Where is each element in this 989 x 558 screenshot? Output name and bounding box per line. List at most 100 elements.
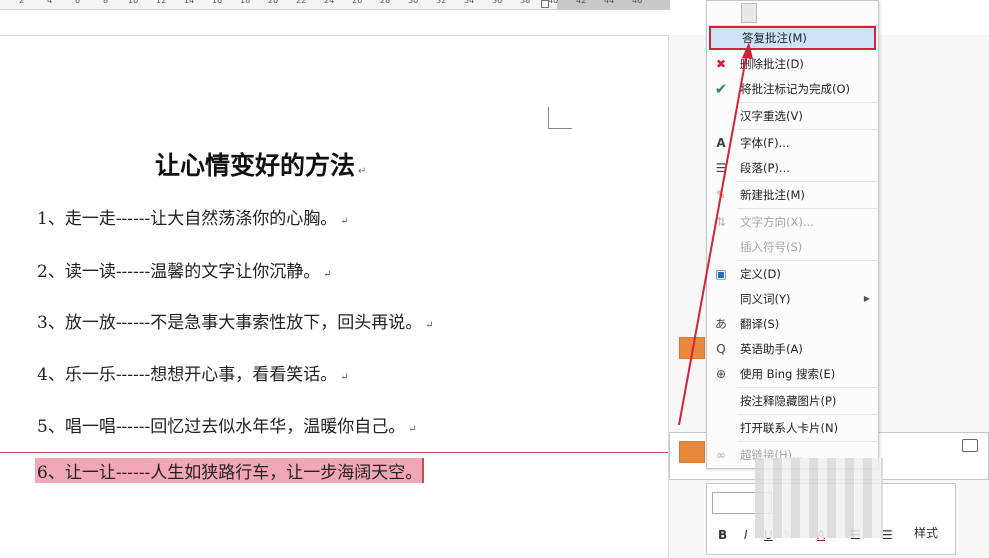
english-assistant-icon: Q [716, 342, 726, 356]
menu-separator [737, 102, 877, 103]
menu-separator [737, 208, 877, 209]
ruler-number: 24 [324, 0, 335, 5]
menu-item-label: 定义(D) [740, 267, 781, 281]
text-direction-icon: ⇅ [715, 215, 727, 229]
ruler-number: 36 [492, 0, 503, 5]
ruler-number: 14 [184, 0, 195, 5]
document-title-text: 让心情变好的方法 [155, 151, 356, 180]
paragraph-mark: ↵ [358, 166, 367, 177]
ruler-number: 40 [548, 0, 559, 5]
document-line-text: 6、让一让------人生如狭路行车，让一步海阔天空。 [37, 463, 423, 483]
comment-avatar [679, 441, 705, 463]
menu-item-label: 按注释隐藏图片(P) [740, 394, 837, 408]
ruler-number: 20 [268, 0, 279, 5]
menu-item-label: 同义词(Y) [740, 292, 791, 306]
ruler-number: 30 [408, 0, 419, 5]
document-line-text: 1、走一走------让大自然荡涤你的心胸。 [37, 209, 338, 229]
paste-icon[interactable] [741, 3, 757, 23]
page-top-edge [0, 35, 668, 36]
menu-item-bing-search[interactable]: ⊕ 使用 Bing 搜索(E) [707, 362, 878, 386]
menu-item-paragraph[interactable]: ☰ 段落(P)... [707, 156, 878, 180]
comment-avatar [679, 337, 705, 359]
ruler-number: 22 [296, 0, 307, 5]
horizontal-ruler[interactable]: 2 4 6 8 10 12 14 16 18 20 22 24 26 28 30… [0, 0, 670, 10]
ruler-number: 18 [240, 0, 251, 5]
menu-item-font[interactable]: A 字体(F)... [707, 131, 878, 155]
paragraph-mark: ↵ [340, 372, 349, 383]
menu-item-reply-comment[interactable]: 答复批注(M) [709, 26, 876, 50]
paste-options[interactable] [707, 1, 878, 26]
menu-item-reconvert[interactable]: 汉字重选(V) [707, 104, 878, 128]
menu-item-hide-ink[interactable]: 按注释隐藏图片(P) [707, 389, 878, 413]
ruler-number: 34 [464, 0, 475, 5]
ruler-number: 28 [380, 0, 391, 5]
menu-item-label: 删除批注(D) [740, 57, 804, 71]
menu-item-mark-done[interactable]: ✔ 将批注标记为完成(O) [707, 77, 878, 101]
define-icon: ▣ [715, 267, 727, 281]
reply-icon[interactable] [962, 439, 978, 452]
document-line: 5、唱一唱------回忆过去似水年华，温暖你自己。 ↵ [37, 412, 417, 437]
menu-separator [737, 414, 877, 415]
menu-item-synonyms[interactable]: 同义词(Y) ▶ [707, 287, 878, 311]
menu-item-delete-comment[interactable]: ✖ 删除批注(D) [707, 52, 878, 76]
menu-separator [737, 181, 877, 182]
context-menu: 答复批注(M) ✖ 删除批注(D) ✔ 将批注标记为完成(O) 汉字重选(V) … [706, 0, 879, 469]
document-line: 4、乐一乐------想想开心事，看看笑话。 ↵ [37, 360, 349, 385]
menu-item-text-direction[interactable]: ⇅ 文字方向(X)... [707, 210, 878, 234]
submenu-arrow-icon: ▶ [863, 294, 870, 303]
ruler-number: 12 [156, 0, 167, 5]
document-line: 3、放一放------不是急事大事索性放下，回头再说。 ↵ [37, 308, 434, 333]
menu-item-translate[interactable]: あ 翻译(S) [707, 312, 878, 336]
menu-item-new-comment[interactable]: ✎ 新建批注(M) [707, 183, 878, 207]
menu-separator [737, 260, 877, 261]
ruler-number: 44 [604, 0, 615, 5]
ruler-number: 10 [128, 0, 139, 5]
menu-item-label: 翻译(S) [740, 317, 780, 331]
bold-button[interactable]: B [718, 528, 727, 542]
margin-corner-mark [548, 107, 549, 128]
paragraph-mark: ↵ [425, 320, 434, 331]
ruler-number: 16 [212, 0, 223, 5]
menu-item-label: 文字方向(X)... [740, 215, 814, 229]
menu-item-label: 打开联系人卡片(N) [740, 421, 839, 435]
menu-separator [737, 441, 877, 442]
menu-item-open-contact-card[interactable]: 打开联系人卡片(N) [707, 416, 878, 440]
paragraph-mark: ↵ [340, 216, 349, 227]
document-title: 让心情变好的方法 ↵ [155, 146, 366, 182]
ruler-number: 26 [352, 0, 363, 5]
ruler-number: 4 [47, 0, 53, 5]
menu-item-define[interactable]: ▣ 定义(D) [707, 262, 878, 286]
menu-item-label: 新建批注(M) [740, 188, 805, 202]
document-line-text: 4、乐一乐------想想开心事，看看笑话。 [37, 365, 338, 385]
new-comment-icon: ✎ [715, 188, 727, 202]
menu-item-label: 将批注标记为完成(O) [740, 82, 851, 96]
ruler-number: 8 [103, 0, 109, 5]
translate-icon: あ [714, 317, 727, 331]
comment-connector-line [0, 452, 668, 453]
menu-item-insert-symbol[interactable]: 插入符号(S) [707, 235, 878, 259]
hyperlink-icon: ∞ [716, 448, 726, 462]
menu-item-label: 段落(P)... [740, 161, 790, 175]
bing-search-icon: ⊕ [715, 367, 727, 381]
menu-item-label: 插入符号(S) [740, 240, 803, 254]
ruler-number: 42 [576, 0, 587, 5]
document-line-text: 5、唱一唱------回忆过去似水年华，温暖你自己。 [37, 417, 406, 437]
menu-separator [737, 129, 877, 130]
paragraph-mark: ↵ [323, 269, 332, 280]
menu-item-english-assistant[interactable]: Q 英语助手(A) [707, 337, 878, 361]
document-line-text: 2、读一读------温馨的文字让你沉静。 [37, 262, 321, 282]
delete-comment-icon: ✖ [715, 57, 727, 71]
document-line: 2、读一读------温馨的文字让你沉静。 ↵ [37, 257, 332, 282]
menu-item-label: 使用 Bing 搜索(E) [740, 367, 836, 381]
font-icon: A [716, 136, 726, 150]
menu-item-label: 答复批注(M) [742, 31, 807, 45]
checkmark-icon: ✔ [714, 80, 728, 98]
italic-button[interactable]: I [744, 528, 748, 542]
styles-button[interactable]: 样式 [914, 524, 938, 541]
numbering-icon[interactable]: ☰ [882, 528, 893, 542]
menu-item-label: 汉字重选(V) [740, 109, 803, 123]
commented-text-highlight[interactable]: 6、让一让------人生如狭路行车，让一步海阔天空。 [35, 458, 425, 483]
margin-corner-mark [548, 128, 572, 129]
paragraph-icon: ☰ [715, 161, 727, 175]
blurred-region [755, 458, 883, 538]
